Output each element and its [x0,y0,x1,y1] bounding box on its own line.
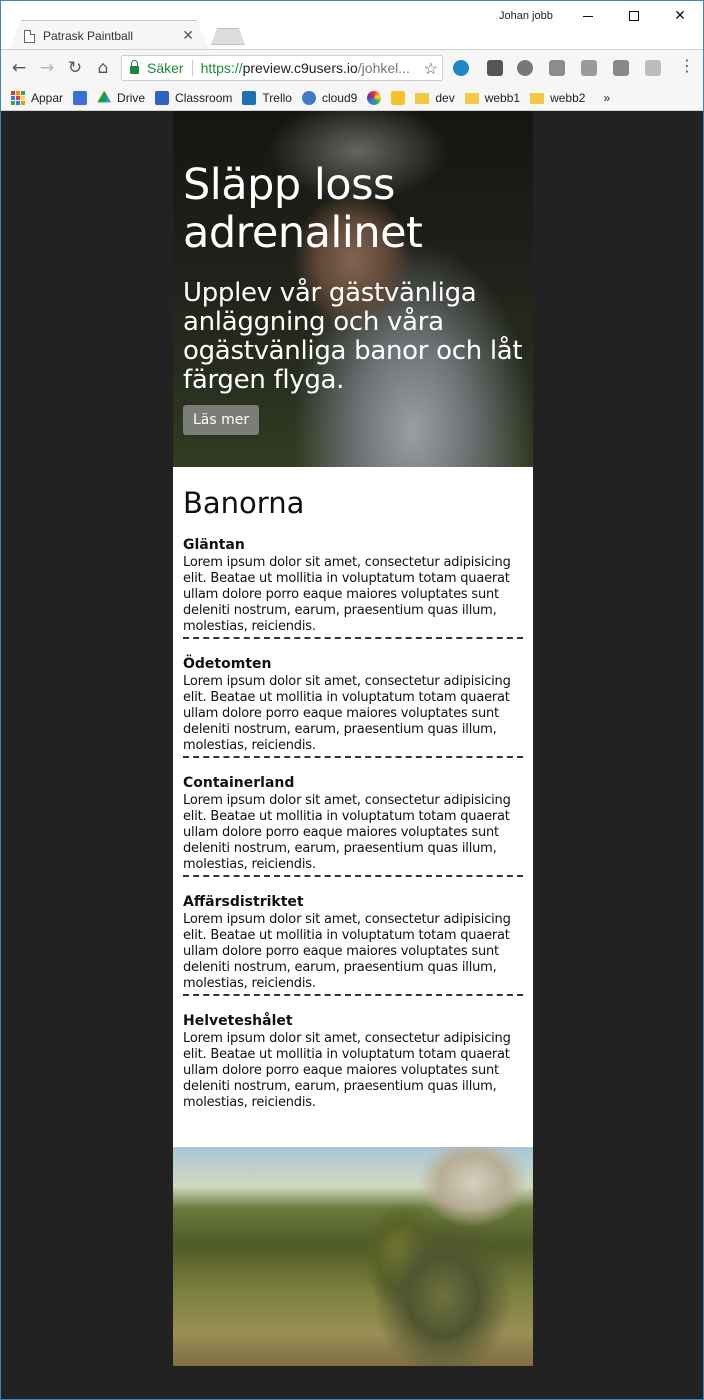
bookmark-label: Drive [117,90,146,105]
bookmark-label: webb2 [550,90,586,105]
bookmark-label: Trello [262,90,292,105]
course-description: Lorem ipsum dolor sit amet, consectetur … [183,674,511,753]
course-name: Ödetomten [183,656,272,672]
hero-title: Släpp loss adrenalinet [183,160,423,258]
url-host: preview.c9users.io [242,60,358,76]
extension-keep-icon[interactable] [487,60,503,76]
hero-banner: Släpp loss adrenalinet Upplev vår gästvä… [173,111,533,467]
bookmark-folder-webb2[interactable]: webb2 [530,91,585,105]
bookmark-pinwheel[interactable] [367,90,382,105]
maximize-button[interactable] [611,5,657,27]
tab-title: Patrask Paintball [43,29,134,43]
classroom-icon [155,90,170,105]
browser-window: Patrask Paintball ✕ Johan jobb ✕ ← → ↻ ⌂… [0,0,704,1400]
pinwheel-icon [367,90,382,105]
minimize-button[interactable] [565,5,611,27]
read-more-button[interactable]: Läs mer [183,405,260,435]
bookmark-star-icon[interactable]: ☆ [419,59,438,79]
minimize-icon [583,15,593,17]
cloud9-icon [301,90,316,105]
close-icon: ✕ [674,8,686,24]
home-icon: ⌂ [97,58,109,78]
profile-name[interactable]: Johan jobb [499,10,553,22]
bookmark-folder-webb1[interactable]: webb1 [464,90,521,105]
keep-icon [391,90,406,105]
calendar-icon [73,90,88,105]
apps-grid-icon [11,90,25,105]
extension-gear-icon[interactable] [517,60,533,76]
course-name: Affärsdistriktet [183,894,304,910]
courses-section: Banorna Gläntan Lorem ipsum dolor sit am… [173,467,533,1113]
arrow-left-icon: ← [11,58,27,78]
title-bar: Patrask Paintball ✕ Johan jobb ✕ [1,1,703,50]
folder-icon [415,92,430,104]
course-description: Lorem ipsum dolor sit amet, consectetur … [183,1031,511,1110]
bookmark-label: cloud9 [321,90,358,105]
bookmark-label: webb1 [484,90,521,105]
url-scheme: https:// [200,60,243,76]
reload-button[interactable]: ↻ [65,58,85,78]
extension-camera-icon[interactable] [613,60,629,76]
url-path: /johkel... [357,60,410,76]
hero-content: Släpp loss adrenalinet Upplev vår gästvä… [183,161,523,435]
course-item: Helveteshålet Lorem ipsum dolor sit amet… [183,1011,523,1113]
course-name: Containerland [183,775,295,791]
address-bar[interactable]: Säker https:// preview.c9users.io /johke… [121,55,443,81]
bookmark-label: dev [435,90,455,105]
lock-icon [130,59,139,74]
drive-icon [97,90,112,103]
forward-button[interactable]: → [37,58,57,78]
close-tab-icon[interactable]: ✕ [182,29,194,43]
course-description: Lorem ipsum dolor sit amet, consectetur … [183,793,511,872]
course-description: Lorem ipsum dolor sit amet, consectetur … [183,912,511,991]
browser-tab[interactable]: Patrask Paintball ✕ [9,20,209,50]
course-item: Gläntan Lorem ipsum dolor sit amet, cons… [183,535,523,639]
hero-subtitle: Upplev vår gästvänliga anläggning och vå… [183,278,523,395]
bookmarks-overflow-icon[interactable]: » [603,91,610,105]
course-item: Ödetomten Lorem ipsum dolor sit amet, co… [183,654,523,758]
new-tab-button[interactable] [211,28,245,45]
arrow-right-icon: → [39,58,55,78]
paintball-player-photo [173,1147,533,1366]
page-icon [24,29,35,43]
bookmark-label: Appar [31,90,64,105]
web-page: Släpp loss adrenalinet Upplev vår gästvä… [173,111,533,1366]
course-name: Gläntan [183,537,245,553]
course-description: Lorem ipsum dolor sit amet, consectetur … [183,555,511,634]
bookmark-label: Classroom [175,90,233,105]
home-button[interactable]: ⌂ [93,58,113,78]
page-viewport: Släpp loss adrenalinet Upplev vår gästvä… [1,111,703,1399]
extension-screenshot-icon[interactable] [549,60,565,76]
bookmark-keep[interactable] [391,90,406,105]
bookmark-cloud9[interactable]: cloud9 [301,90,358,105]
course-item: Affärsdistriktet Lorem ipsum dolor sit a… [183,892,523,996]
back-button[interactable]: ← [9,58,29,78]
folder-icon [464,92,479,104]
maximize-icon [629,11,639,21]
courses-heading: Banorna [183,486,305,520]
folder-icon [530,92,545,104]
bookmark-calendar[interactable] [73,90,88,105]
bookmark-classroom[interactable]: Classroom [155,90,233,105]
bookmarks-bar: Appar Drive Classroom Trello cloud9 dev … [1,85,703,111]
extension-cast-icon[interactable] [453,60,469,76]
divider [191,60,193,76]
extension-puzzle-icon[interactable] [645,60,661,76]
browser-toolbar: ← → ↻ ⌂ Säker https:// preview.c9users.i… [1,49,703,85]
more-menu-icon[interactable]: ⋮ [679,58,695,74]
secure-label: Säker [147,60,184,76]
course-item: Containerland Lorem ipsum dolor sit amet… [183,773,523,877]
bookmark-drive[interactable]: Drive [97,90,146,105]
reload-icon: ↻ [67,58,83,78]
bookmark-folder-dev[interactable]: dev [415,90,455,105]
trello-icon [242,90,257,105]
close-window-button[interactable]: ✕ [657,5,703,27]
course-name: Helveteshålet [183,1013,293,1029]
bookmark-apps[interactable]: Appar [11,90,64,105]
extension-pdf-icon[interactable] [581,60,597,76]
bookmark-trello[interactable]: Trello [242,90,292,105]
